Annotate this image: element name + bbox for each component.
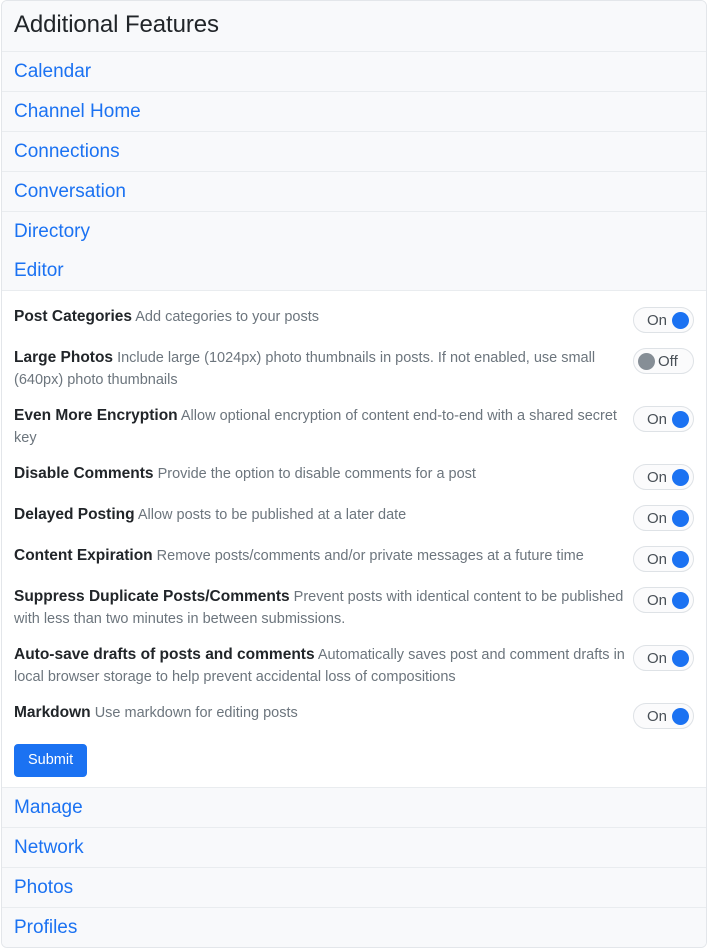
- feature-label: Auto-save drafts of posts and comments: [14, 646, 315, 663]
- feature-label: Even More Encryption: [14, 407, 178, 424]
- toggle-state-label: On: [646, 591, 667, 609]
- feature-label: Markdown: [14, 704, 91, 721]
- additional-features-list: Additional Features Calendar Channel Home…: [1, 0, 707, 948]
- submit-row: Submit: [14, 736, 694, 777]
- toggle-state-label: On: [646, 410, 667, 428]
- section-link[interactable]: Profiles: [2, 908, 706, 947]
- section-link[interactable]: Conversation: [2, 172, 706, 211]
- page-header: Additional Features: [2, 1, 706, 52]
- toggle-knob-icon: [672, 311, 689, 329]
- settings-page: Additional Features Calendar Channel Home…: [0, 0, 716, 948]
- section-conversation[interactable]: Conversation: [2, 172, 706, 212]
- toggle-switch[interactable]: Off: [633, 348, 694, 374]
- settings-sections-after: Manage Network Photos Profiles: [2, 788, 706, 947]
- toggle-state-label: Off: [658, 352, 678, 370]
- section-editor[interactable]: Editor: [2, 251, 706, 291]
- toggle-state-label: On: [646, 649, 667, 667]
- toggle-switch[interactable]: On: [633, 645, 694, 671]
- feature-list: On Post Categories Add categories to your…: [14, 299, 694, 736]
- feature-row: On Content Expiration Remove posts/commen…: [14, 538, 694, 579]
- toggle-knob-icon: [672, 649, 689, 667]
- toggle-switch[interactable]: On: [633, 464, 694, 490]
- toggle-state-label: On: [646, 509, 667, 527]
- section-channel-home[interactable]: Channel Home: [2, 92, 706, 132]
- submit-button[interactable]: Submit: [14, 744, 88, 777]
- toggle-knob-icon: [672, 707, 689, 725]
- section-manage[interactable]: Manage: [2, 788, 706, 828]
- feature-label: Disable Comments: [14, 465, 154, 482]
- feature-row: On Delayed Posting Allow posts to be publ…: [14, 497, 694, 538]
- section-editor-link[interactable]: Editor: [2, 251, 706, 290]
- feature-row: On Disable Comments Provide the option to…: [14, 456, 694, 497]
- section-link[interactable]: Manage: [2, 788, 706, 827]
- feature-description: Use markdown for editing posts: [94, 705, 298, 721]
- section-directory[interactable]: Directory: [2, 212, 706, 251]
- toggle-switch[interactable]: On: [633, 406, 694, 432]
- feature-description: Allow posts to be published at a later d…: [137, 507, 407, 523]
- toggle-knob-icon: [672, 550, 689, 568]
- settings-sections-before: Calendar Channel Home Connections Conversat…: [2, 52, 706, 251]
- feature-label: Content Expiration: [14, 547, 153, 564]
- toggle-state-label: On: [646, 311, 667, 329]
- toggle-knob-icon: [672, 468, 689, 486]
- section-editor-body: On Post Categories Add categories to your…: [2, 291, 706, 788]
- toggle-switch[interactable]: On: [633, 307, 694, 333]
- feature-description: Add categories to your posts: [135, 309, 320, 325]
- feature-description: Provide the option to disable comments f…: [157, 466, 476, 482]
- toggle-switch[interactable]: On: [633, 546, 694, 572]
- feature-row: On Post Categories Add categories to your…: [14, 299, 694, 340]
- feature-row: On Suppress Duplicate Posts/Comments Prev…: [14, 579, 694, 637]
- feature-description: Remove posts/comments and/or private mes…: [156, 548, 584, 564]
- page-title: Additional Features: [2, 1, 706, 51]
- toggle-switch[interactable]: On: [633, 587, 694, 613]
- feature-label: Post Categories: [14, 308, 133, 325]
- feature-label: Delayed Posting: [14, 506, 135, 523]
- section-calendar[interactable]: Calendar: [2, 52, 706, 92]
- toggle-knob-icon: [638, 352, 655, 370]
- feature-row: On Auto-save drafts of posts and comments…: [14, 637, 694, 695]
- section-link[interactable]: Calendar: [2, 52, 706, 91]
- toggle-state-label: On: [646, 550, 667, 568]
- toggle-state-label: On: [646, 468, 667, 486]
- toggle-switch[interactable]: On: [633, 703, 694, 729]
- toggle-switch[interactable]: On: [633, 505, 694, 531]
- section-photos[interactable]: Photos: [2, 868, 706, 908]
- section-link[interactable]: Channel Home: [2, 92, 706, 131]
- feature-row: On Even More Encryption Allow optional en…: [14, 398, 694, 456]
- toggle-knob-icon: [672, 591, 689, 609]
- toggle-knob-icon: [672, 410, 689, 428]
- toggle-state-label: On: [646, 707, 667, 725]
- section-link[interactable]: Network: [2, 828, 706, 867]
- section-profiles[interactable]: Profiles: [2, 908, 706, 947]
- section-link[interactable]: Directory: [2, 212, 706, 251]
- section-link[interactable]: Photos: [2, 868, 706, 907]
- section-network[interactable]: Network: [2, 828, 706, 868]
- section-connections[interactable]: Connections: [2, 132, 706, 172]
- feature-row: Off Large Photos Include large (1024px) p…: [14, 340, 694, 398]
- feature-row: On Markdown Use markdown for editing post…: [14, 695, 694, 736]
- feature-label: Large Photos: [14, 349, 114, 366]
- feature-label: Suppress Duplicate Posts/Comments: [14, 588, 290, 605]
- section-link[interactable]: Connections: [2, 132, 706, 171]
- toggle-knob-icon: [672, 509, 689, 527]
